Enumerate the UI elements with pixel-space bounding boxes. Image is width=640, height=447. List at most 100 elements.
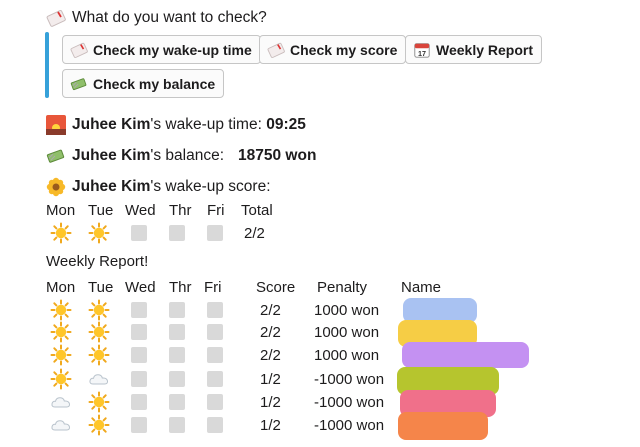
day-cell	[169, 299, 185, 321]
empty-day-box	[169, 225, 185, 241]
column-header: Thr	[169, 201, 192, 219]
label-text: 's wake-up time:	[150, 116, 267, 133]
day-cell	[88, 414, 110, 436]
weekly-report-title: Weekly Report!	[46, 253, 149, 270]
sun-icon	[88, 414, 110, 436]
score-value: 2/2	[260, 346, 281, 364]
check-balance-button[interactable]: Check my balance	[62, 69, 225, 98]
day-cell	[88, 368, 110, 390]
empty-day-box	[207, 417, 223, 433]
balance-value: 18750 won	[238, 147, 317, 164]
sun-icon	[50, 344, 72, 366]
day-cell	[131, 321, 147, 343]
penalty-value: 1000 won	[314, 301, 380, 319]
column-header: Fri	[204, 278, 222, 296]
day-cell	[207, 222, 223, 244]
penalty-value: -1000 won	[314, 393, 385, 411]
day-cell	[169, 368, 185, 390]
cloud-icon	[50, 391, 72, 413]
user-name: Juhee Kim	[72, 178, 151, 195]
prompt-line: What do you want to check?	[46, 7, 267, 29]
day-cell	[88, 321, 110, 343]
empty-day-box	[131, 417, 147, 433]
weekly-report-button[interactable]: 17 Weekly Report	[405, 35, 542, 64]
empty-day-box	[207, 347, 223, 363]
day-cell	[131, 414, 147, 436]
redacted-name-highlight	[398, 412, 488, 440]
label-text: 's balance:	[150, 147, 225, 164]
empty-day-box	[169, 324, 185, 340]
button-label: Check my balance	[93, 75, 216, 92]
day-cell	[50, 321, 72, 343]
empty-day-box	[131, 347, 147, 363]
cloud-icon	[88, 368, 110, 390]
money-icon	[46, 146, 66, 166]
empty-day-box	[207, 302, 223, 318]
total-value: 2/2	[244, 224, 265, 242]
column-header: Total	[241, 201, 273, 219]
day-cell	[88, 391, 110, 413]
day-cell	[131, 222, 147, 244]
column-header: Tue	[88, 278, 114, 296]
check-wakeup-time-button[interactable]: Check my wake-up time	[62, 35, 261, 64]
label-text: 's wake-up score:	[150, 178, 271, 195]
column-header: Tue	[88, 201, 114, 219]
empty-day-box	[207, 324, 223, 340]
empty-day-box	[131, 225, 147, 241]
weekly-table-row: 2/2 1000 won	[0, 321, 640, 343]
score-row: 2/2	[0, 222, 640, 244]
day-cell	[50, 222, 72, 244]
column-header: Name	[401, 278, 442, 296]
day-cell	[131, 299, 147, 321]
weekly-table-row: 2/2 1000 won	[0, 299, 640, 321]
day-cell	[169, 222, 185, 244]
day-cell	[207, 391, 223, 413]
day-cell	[169, 321, 185, 343]
column-header: Wed	[125, 278, 156, 296]
sun-icon	[88, 344, 110, 366]
empty-day-box	[169, 347, 185, 363]
day-cell	[131, 391, 147, 413]
day-cell	[207, 344, 223, 366]
column-header: Mon	[46, 201, 76, 219]
flower-icon	[46, 177, 66, 197]
weekly-table-row: 2/2 1000 won	[0, 344, 640, 366]
empty-day-box	[207, 225, 223, 241]
wakeup-time-line: Juhee Kim 's wake-up time: 09:25	[46, 114, 306, 136]
ticket-icon	[46, 8, 66, 28]
day-cell	[88, 299, 110, 321]
penalty-value: -1000 won	[314, 416, 385, 434]
score-table-header: Mon Tue Wed Thr Fri Total	[0, 199, 640, 221]
user-name: Juhee Kim	[72, 147, 151, 164]
day-cell	[50, 299, 72, 321]
column-header: Wed	[125, 201, 156, 219]
column-header: Mon	[46, 278, 76, 296]
score-line: Juhee Kim 's wake-up score:	[46, 176, 271, 198]
button-label: Weekly Report	[436, 41, 533, 58]
score-value: 1/2	[260, 393, 281, 411]
empty-day-box	[131, 324, 147, 340]
empty-day-box	[131, 302, 147, 318]
penalty-value: 1000 won	[314, 346, 380, 364]
score-value: 2/2	[260, 301, 281, 319]
check-score-button[interactable]: Check my score	[259, 35, 407, 64]
sun-icon	[50, 368, 72, 390]
sun-icon	[88, 391, 110, 413]
score-value: 2/2	[260, 323, 281, 341]
day-cell	[207, 321, 223, 343]
sunrise-icon	[46, 115, 66, 135]
sun-icon	[88, 321, 110, 343]
day-cell	[207, 299, 223, 321]
empty-day-box	[207, 371, 223, 387]
penalty-value: 1000 won	[314, 323, 380, 341]
user-name: Juhee Kim	[72, 116, 151, 133]
empty-day-box	[131, 371, 147, 387]
column-header: Fri	[207, 201, 225, 219]
empty-day-box	[169, 302, 185, 318]
day-cell	[131, 368, 147, 390]
day-cell	[169, 414, 185, 436]
sun-icon	[50, 321, 72, 343]
wakeup-time-value: 09:25	[266, 116, 306, 133]
day-cell	[50, 391, 72, 413]
weekly-table-row: 1/2 -1000 won	[0, 414, 640, 436]
